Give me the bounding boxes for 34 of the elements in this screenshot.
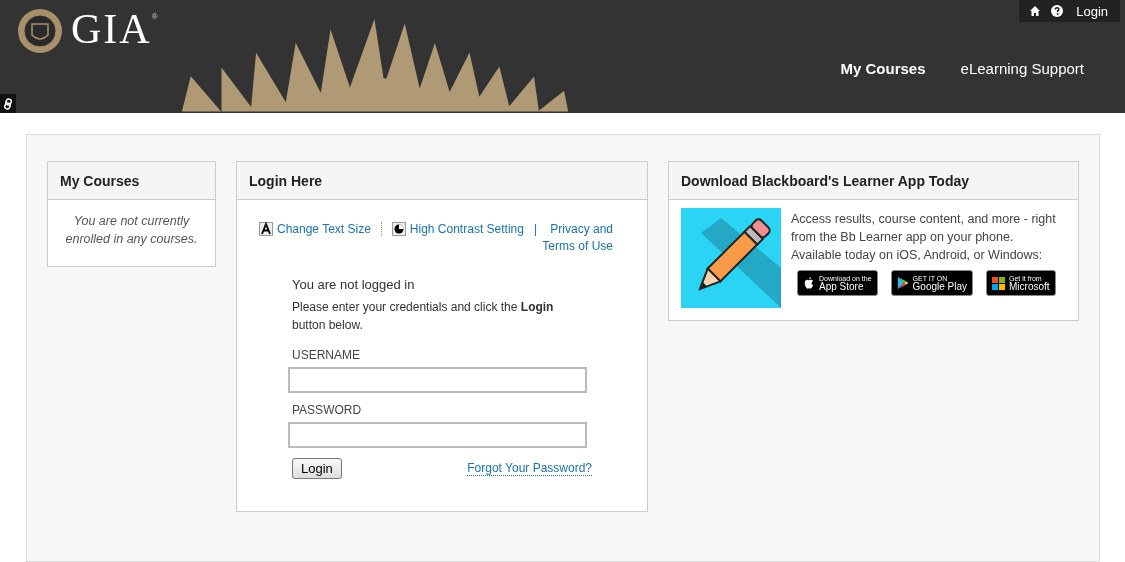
store-name: Google Play [912,281,968,292]
contrast-icon[interactable] [391,222,406,236]
help-icon[interactable] [1051,5,1064,17]
link-separator: | [533,221,538,238]
input-field[interactable] [288,367,587,393]
field-label: USERNAME [292,348,361,362]
instructions-text: Please enter your credentials and click the Login button below. [292,299,555,334]
empty-message: You are not currently enrolled in any courses. [64,213,199,248]
privacy-link[interactable]: Privacy and Terms of Use [541,221,614,255]
play-icon [896,276,909,290]
panel-title: Download Blackboard's Learner App Today [681,172,970,189]
seal-icon [17,8,63,54]
registered-mark: ® [151,12,158,21]
link-icon[interactable] [0,94,16,113]
store-name: App Store [819,281,864,292]
windows-icon [992,276,1006,290]
home-icon[interactable] [1029,5,1042,17]
panel-title: Login Here [249,172,323,189]
store-name: Microsoft [1009,281,1050,292]
forgot-password-link[interactable]: Forgot Your Password? [467,461,592,476]
logo-text[interactable]: GIA [71,6,152,52]
text-size-icon[interactable] [259,222,273,236]
contrast-link[interactable]: High Contrast Setting [409,222,524,236]
app-description: Access results, course content, and more - right from the Bb Learner app on your phone. Available today on iOS, Android, or Windows: [791,211,1057,264]
text-size-link[interactable]: Change Text Size [277,222,371,236]
apple-icon [803,276,815,290]
input-field[interactable] [288,422,587,448]
field-label: PASSWORD [292,403,363,417]
nav-link[interactable]: My Courses [840,60,926,77]
login-link[interactable]: Login [1076,3,1108,19]
panel-title: My Courses [60,172,140,189]
login-button[interactable]: Login [292,458,342,479]
nav-link[interactable]: eLearning Support [960,60,1084,77]
login-status: You are not logged in [292,277,416,292]
